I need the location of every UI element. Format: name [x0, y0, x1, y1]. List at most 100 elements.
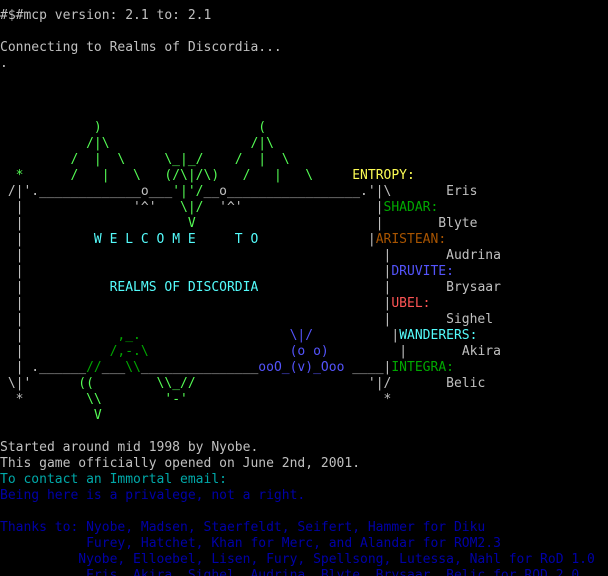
terminal-line: | .______//___\\_______________ooO_(v)_O…: [0, 360, 454, 376]
terminal-line: | | Sighel: [0, 312, 493, 328]
terminal-window[interactable]: #$#mcp version: 2.1 to: 2.1 Connecting to…: [0, 0, 608, 576]
terminal-text: |: [0, 328, 24, 343]
terminal-text: | .______: [0, 360, 87, 375]
terminal-text: |: [258, 232, 376, 247]
terminal-text: Nyobe, Elloebel, Lisen, Fury, Spellsong,…: [0, 552, 595, 567]
terminal-text: ____: [344, 360, 384, 375]
terminal-line: | | Audrina: [0, 248, 501, 264]
terminal-line: Started around mid 1998 by Nyobe.: [0, 440, 258, 456]
terminal-line: Connecting to Realms of Discordia...: [0, 40, 282, 56]
terminal-text: INTEGRA:: [391, 360, 454, 375]
terminal-text: *: [0, 392, 24, 407]
terminal-text: WANDERERS:: [399, 328, 478, 343]
terminal-text: ___: [101, 360, 126, 375]
terminal-line: | ,_. \|/ |WANDERERS:: [0, 328, 478, 344]
terminal-text: Blyte: [383, 216, 478, 231]
terminal-text: *: [187, 392, 392, 407]
terminal-text: |: [313, 328, 400, 343]
terminal-line: | REALMS OF DISCORDIA | Brysaar: [0, 280, 501, 296]
terminal-text: | '^': [0, 200, 181, 215]
terminal-text: This game officially opened on June 2nd,…: [0, 456, 361, 471]
terminal-text: //: [86, 360, 102, 375]
terminal-text: ooO_(v)_Ooo: [258, 360, 345, 375]
terminal-text: / | \ (/\|/\) / | \: [23, 168, 314, 183]
terminal-line: /|\ /|\: [0, 136, 274, 152]
terminal-line: Nyobe, Elloebel, Lisen, Fury, Spellsong,…: [0, 552, 595, 568]
terminal-text: \|/: [289, 328, 314, 343]
terminal-line: | W E L C O M E T O |ARISTEAN:: [0, 232, 447, 248]
terminal-text: UBEL:: [391, 296, 431, 311]
terminal-text: Audrina: [391, 248, 501, 263]
terminal-text: | |: [0, 296, 392, 311]
terminal-text: Connecting to Realms of Discordia...: [0, 40, 282, 55]
terminal-text: (( \\_//: [31, 376, 196, 391]
terminal-line: /|'._____________o___'|'/__o____________…: [0, 184, 478, 200]
terminal-text: Belic: [391, 376, 486, 391]
terminal-text: ENTROPY:: [352, 168, 415, 183]
terminal-text: W E L C O M E T O: [93, 232, 259, 247]
terminal-text: | |: [0, 248, 392, 263]
terminal-text: Started around mid 1998 by Nyobe.: [0, 440, 259, 455]
terminal-text: ARISTEAN:: [375, 232, 447, 247]
terminal-text: Furey, Hatchet, Khan for Merc, and Aland…: [0, 536, 501, 551]
terminal-text: /,-.\: [23, 344, 149, 359]
terminal-text: |: [328, 344, 408, 359]
terminal-text: V: [0, 408, 102, 423]
terminal-text: ) (: [0, 120, 267, 135]
terminal-text: \\: [125, 360, 141, 375]
terminal-text: |: [0, 232, 94, 247]
terminal-line: | /,-.\ (o o) | Akira: [0, 344, 501, 360]
terminal-line: Thanks to: Nyobe, Madsen, Staerfeldt, Se…: [0, 520, 485, 536]
terminal-text: V: [187, 216, 196, 231]
terminal-line: ) (: [0, 120, 266, 136]
terminal-text: To contact an Immortal email:: [0, 472, 227, 487]
terminal-line: \|' (( \\_// '|/ Belic: [0, 376, 485, 392]
terminal-text: REALMS OF DISCORDIA: [109, 280, 259, 295]
terminal-text: '|/: [195, 376, 392, 391]
terminal-text: (o o): [289, 344, 329, 359]
terminal-text: |: [0, 216, 188, 231]
terminal-line: Furey, Hatchet, Khan for Merc, and Aland…: [0, 536, 501, 552]
terminal-line: * / | \ (/\|/\) / | \ ENTROPY:: [0, 168, 415, 184]
terminal-line: * \\ '-' *: [0, 392, 392, 408]
terminal-text: ,_.: [23, 328, 141, 343]
terminal-line: | V | Blyte: [0, 216, 478, 232]
terminal-text: Eris, Akira, Sighel, Audrina, Blyte, Bry…: [0, 568, 580, 576]
terminal-line: To contact an Immortal email:: [0, 472, 227, 488]
terminal-text: \|/: [180, 200, 204, 215]
terminal-text: '|'/: [172, 184, 204, 199]
terminal-text: .: [0, 56, 8, 71]
terminal-text: #$#mcp version: 2.1 to: 2.1: [0, 8, 212, 23]
terminal-text: *: [0, 168, 24, 183]
terminal-line: | |UBEL:: [0, 296, 431, 312]
terminal-text: Sighel: [391, 312, 494, 327]
terminal-text: |: [195, 216, 384, 231]
terminal-line: This game officially opened on June 2nd,…: [0, 456, 360, 472]
terminal-text: Thanks to: Nyobe, Madsen, Staerfeldt, Se…: [0, 520, 486, 535]
terminal-line: / | \ \_|_/ / | \: [0, 152, 289, 168]
terminal-line: V: [0, 408, 102, 424]
terminal-text: Being here is a privalege, not a right.: [0, 488, 306, 503]
terminal-text: Brysaar: [391, 280, 501, 295]
terminal-text: |: [258, 280, 392, 295]
terminal-line: .: [0, 56, 8, 72]
terminal-text: Akira: [407, 344, 501, 359]
terminal-text: |: [0, 280, 110, 295]
terminal-line: | '^' \|/ '^' |SHADAR:: [0, 200, 439, 216]
terminal-text: | |: [0, 264, 392, 279]
terminal-text: \|': [0, 376, 32, 391]
terminal-line: Eris, Akira, Sighel, Audrina, Blyte, Bry…: [0, 568, 579, 576]
terminal-line: | |DRUVITE:: [0, 264, 454, 280]
terminal-text: _______________: [140, 360, 259, 375]
terminal-text: '^' |: [203, 200, 384, 215]
terminal-line: Being here is a privalege, not a right.: [0, 488, 305, 504]
terminal-text: | |: [0, 312, 392, 327]
terminal-text: SHADAR:: [383, 200, 439, 215]
terminal-text: Eris: [391, 184, 478, 199]
terminal-text: \\ '-': [23, 392, 188, 407]
terminal-text: /|\ /|\: [0, 136, 274, 151]
terminal-text: /|'._____________o___: [0, 184, 173, 199]
